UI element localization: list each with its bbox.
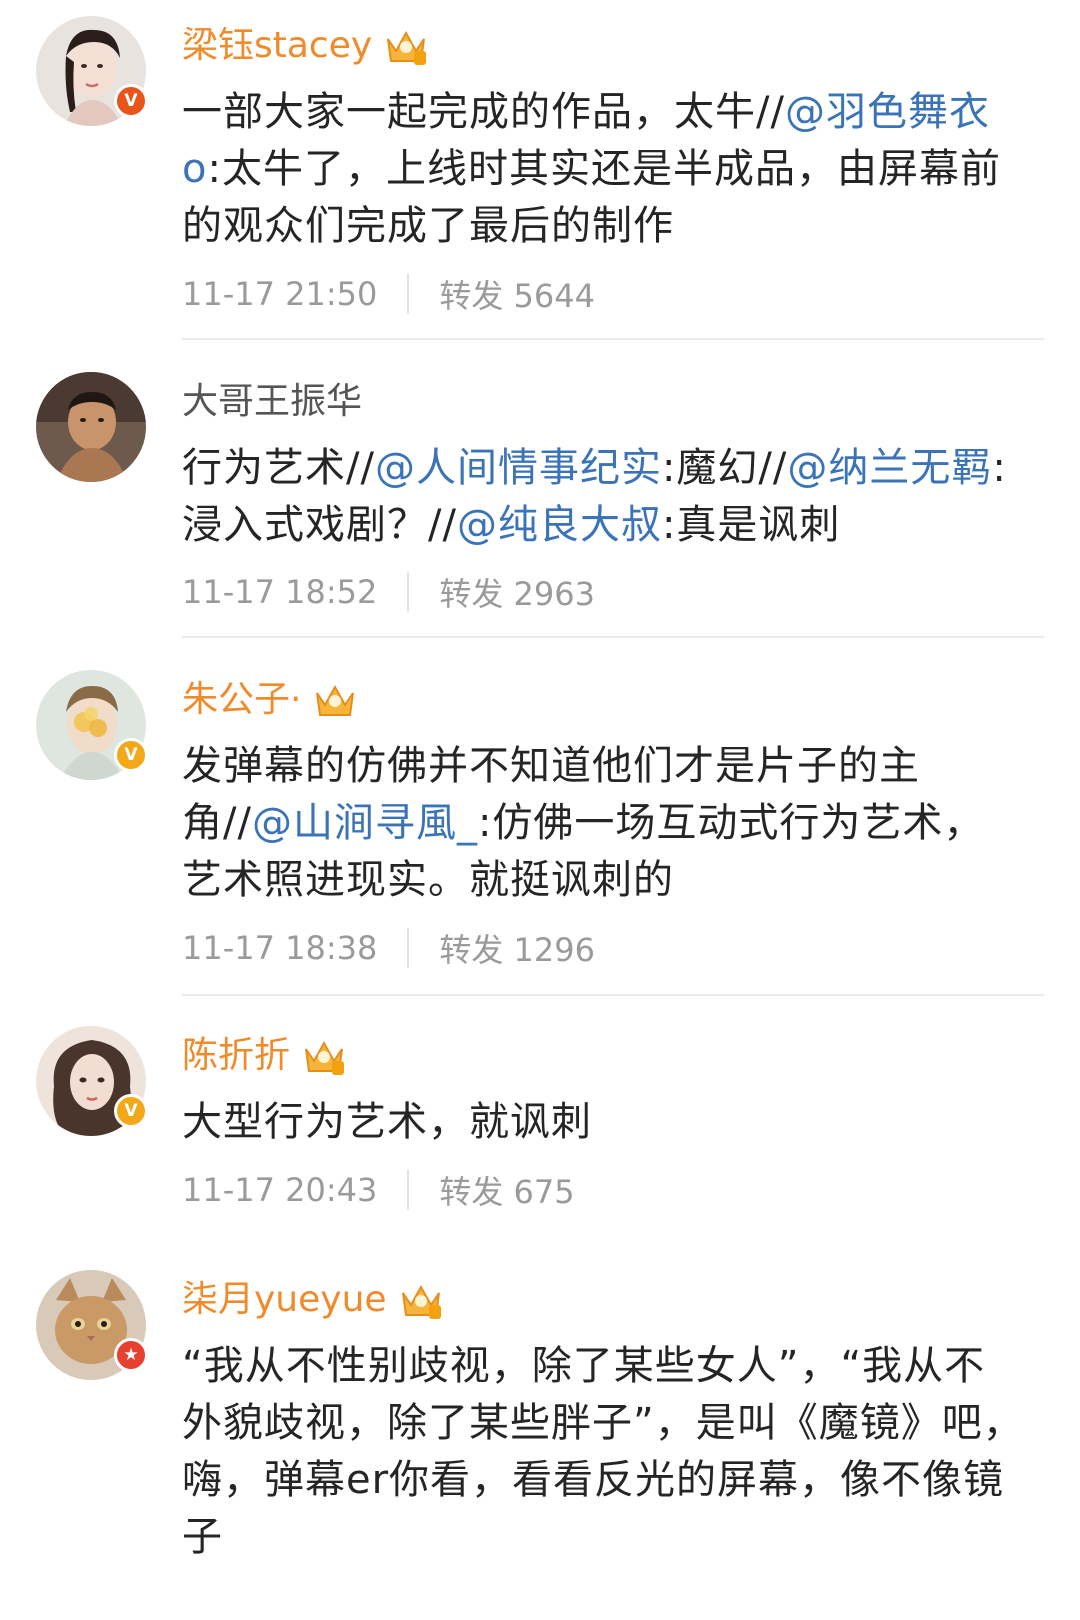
comment-meta: 11-17 20:43 转发 675 (182, 1168, 575, 1212)
comment-text: “我从不性别歧视，除了某些女人”，“我从不外貌歧视，除了某些胖子”，是叫《魔镜》… (182, 1338, 1024, 1566)
comment-item: V 梁钰stacey 一部大家一起完成的作品，太牛//@羽色舞衣o:太牛了，上线… (0, 0, 1080, 340)
avatar[interactable]: ★ (36, 1270, 148, 1380)
name-row: 朱公子· (182, 672, 357, 728)
name-row: 大哥王振华 (182, 374, 362, 430)
comment-feed: V 梁钰stacey 一部大家一起完成的作品，太牛//@羽色舞衣o:太牛了，上线… (0, 0, 1080, 1620)
vip-crown-icon (401, 1284, 441, 1319)
comment-text: 发弹幕的仿佛并不知道他们才是片子的主角//@山涧寻風_:仿佛一场互动式行为艺术，… (182, 738, 1024, 909)
vip-crown-icon (316, 684, 355, 716)
meta-separator (407, 1170, 410, 1210)
name-row: 柒月yueyue (182, 1272, 443, 1328)
comment-item: V 朱公子· 发弹幕的仿佛并不知道他们才是片子的主角//@山涧寻風_:仿佛一场互… (0, 654, 1080, 998)
verified-badge-icon: V (114, 84, 148, 118)
username[interactable]: 梁钰stacey (182, 18, 372, 74)
comment-text-part: 行为艺术// (182, 445, 375, 491)
avatar[interactable] (36, 372, 146, 482)
comment-text-part: :真是讽刺 (661, 502, 841, 548)
comment-text-part: “我从不性别歧视，除了某些女人”，“我从不外貌歧视，除了某些胖子”，是叫《魔镜》… (182, 1343, 1024, 1560)
username[interactable]: 柒月yueyue (182, 1272, 387, 1328)
avatar[interactable]: V (36, 1026, 148, 1136)
timestamp: 11-17 21:50 (182, 275, 378, 313)
name-row: 陈折折 (182, 1028, 346, 1084)
meta-separator (407, 274, 410, 314)
comment-text-part: :太牛了，上线时其实还是半成品，由屏幕前的观众们完成了最后的制作 (182, 146, 1001, 249)
comment-text: 行为艺术//@人间情事纪实:魔幻//@纳兰无羁:浸入式戏剧？//@纯良大叔:真是… (182, 440, 1024, 554)
comment-text: 一部大家一起完成的作品，太牛//@羽色舞衣o:太牛了，上线时其实还是半成品，由屏… (182, 84, 1024, 255)
divider (182, 994, 1044, 996)
avatar[interactable]: V (36, 16, 148, 126)
meta-separator (407, 572, 410, 612)
timestamp: 11-17 18:52 (182, 573, 378, 611)
comment-item: ★ 柒月yueyue “我从不性别歧视，除了某些女人”，“我从不外貌歧视，除了某… (0, 1254, 1080, 1620)
comment-meta: 11-17 18:38 转发 1296 (182, 926, 595, 970)
comment-text-part: :魔幻// (661, 445, 788, 491)
username[interactable]: 朱公子· (182, 672, 301, 728)
username[interactable]: 大哥王振华 (182, 374, 362, 430)
repost-count[interactable]: 转发 2963 (439, 569, 595, 615)
mention-link[interactable]: @纳兰无羁 (787, 445, 992, 491)
vip-crown-icon (305, 1040, 345, 1075)
name-row: 梁钰stacey (182, 18, 428, 74)
timestamp: 11-17 20:43 (182, 1171, 378, 1209)
timestamp: 11-17 18:38 (182, 929, 378, 967)
comment-meta: 11-17 18:52 转发 2963 (182, 570, 595, 614)
mention-link[interactable]: @纯良大叔 (457, 502, 662, 548)
comment-item: 大哥王振华 行为艺术//@人间情事纪实:魔幻//@纳兰无羁:浸入式戏剧？//@纯… (0, 356, 1080, 640)
divider (182, 636, 1044, 638)
comment-text-part: 一部大家一起完成的作品，太牛// (182, 89, 785, 135)
comment-meta: 11-17 21:50 转发 5644 (182, 272, 595, 316)
repost-count[interactable]: 转发 5644 (439, 271, 595, 317)
divider (182, 338, 1044, 340)
comment-text: 大型行为艺术，就讽刺 (182, 1094, 1024, 1151)
meta-separator (407, 928, 410, 968)
mention-link[interactable]: @人间情事纪实 (375, 445, 662, 491)
avatar[interactable]: V (36, 670, 148, 780)
mention-link[interactable]: @山涧寻風_ (252, 800, 478, 846)
repost-count[interactable]: 转发 675 (439, 1167, 574, 1213)
member-badge-icon: ★ (114, 1338, 148, 1372)
avatar-image (36, 372, 146, 482)
repost-count[interactable]: 转发 1296 (439, 925, 595, 971)
verified-badge-icon: V (114, 738, 148, 772)
username[interactable]: 陈折折 (182, 1028, 290, 1084)
comment-item: V 陈折折 大型行为艺术，就讽刺 11-17 20:43 转发 675 (0, 1010, 1080, 1248)
verified-badge-icon: V (114, 1094, 148, 1128)
comment-text-part: 大型行为艺术，就讽刺 (182, 1099, 592, 1145)
vip-crown-icon (387, 30, 427, 65)
